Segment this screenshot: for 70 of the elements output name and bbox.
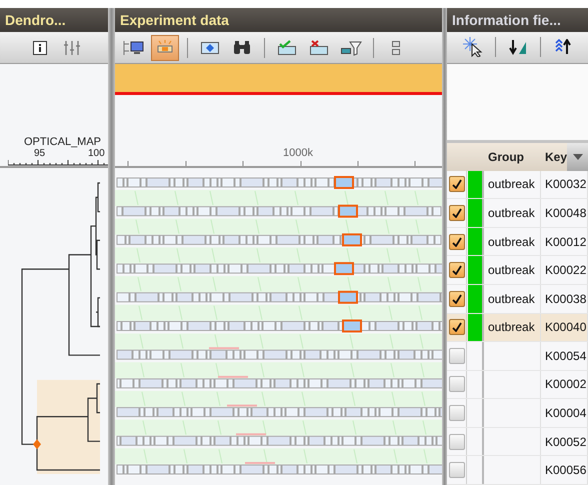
table-row[interactable]: K00004 (447, 399, 588, 428)
checked-frame-icon (277, 40, 297, 56)
checkbox[interactable] (448, 348, 464, 364)
table-row[interactable]: outbreak K00048 (447, 199, 588, 228)
table-row[interactable]: K00056 (447, 456, 588, 485)
table-cell: K00048 (541, 199, 588, 227)
table-cell: outbreak (484, 170, 541, 198)
sliders-icon (63, 40, 81, 56)
ruler-tick-label: 95 (34, 148, 46, 159)
panel-title: Information fie... (452, 12, 561, 28)
column-header[interactable]: Key (541, 150, 567, 164)
panel-title: Dendro... (5, 12, 66, 28)
table-row[interactable]: K00002 (447, 370, 588, 400)
crossed-frame-icon (309, 40, 329, 56)
table-row[interactable]: outbreak K00012 (447, 228, 588, 256)
ruler-icon (8, 160, 108, 166)
table-cell: K00040 (541, 314, 588, 342)
checkbox[interactable] (448, 319, 464, 336)
table-cell: K00052 (541, 428, 588, 456)
ruler-label: OPTICAL_MAP (24, 136, 102, 148)
table-cell: K00022 (541, 256, 588, 284)
checkbox[interactable] (448, 434, 464, 450)
ruler-label: 1000k (283, 147, 313, 159)
table-cell: outbreak (484, 284, 541, 312)
frame-icon (201, 42, 219, 54)
table-cell: K00038 (541, 284, 588, 312)
panel-title: Experiment data (120, 12, 229, 28)
table-cell: K00054 (541, 342, 588, 370)
tree-monitor-icon (122, 40, 144, 56)
sparkle-cursor-icon (463, 37, 483, 58)
table-cell: outbreak (484, 314, 541, 342)
table-cell: K00032 (541, 170, 588, 198)
sort-icon (554, 39, 572, 56)
check-icon (452, 322, 462, 332)
table-row[interactable]: K00054 (447, 342, 588, 371)
column-header[interactable]: Group (484, 150, 541, 164)
check-icon (452, 236, 462, 247)
table-row[interactable]: outbreak K00040 (447, 314, 588, 342)
checkbox[interactable] (448, 462, 464, 478)
ruler-tick-label: 100 (88, 148, 105, 159)
table-row[interactable]: outbreak K00038 (447, 284, 588, 314)
table-cell: outbreak (484, 256, 541, 284)
table-cell: K00002 (541, 370, 588, 398)
check-icon (452, 294, 462, 304)
table-cell: outbreak (484, 228, 541, 256)
table-cell: K00056 (541, 456, 588, 484)
table-row[interactable]: outbreak K00032 (447, 170, 588, 200)
table-row[interactable]: K00052 (447, 428, 588, 456)
table-row[interactable]: outbreak K00022 (447, 256, 588, 285)
highlight-icon (156, 40, 174, 56)
table-cell: K00004 (541, 399, 588, 427)
check-icon (452, 179, 462, 190)
checkbox[interactable] (448, 234, 464, 250)
checkbox[interactable] (448, 290, 464, 307)
sort-down-icon (509, 39, 527, 56)
checkbox[interactable] (448, 204, 464, 221)
dropdown-button[interactable] (567, 142, 588, 171)
check-icon (452, 265, 462, 276)
table-cell: K00012 (541, 228, 588, 256)
check-icon (452, 208, 462, 218)
checkbox[interactable] (448, 262, 464, 278)
checkbox[interactable] (448, 376, 464, 392)
checkbox[interactable] (448, 405, 464, 422)
split-icon (392, 40, 400, 56)
info-icon (33, 40, 47, 54)
checkbox[interactable] (448, 176, 464, 192)
table-cell: outbreak (484, 199, 541, 227)
filter-icon (340, 40, 362, 56)
caret-icon (572, 154, 582, 160)
binoculars-icon (233, 40, 251, 54)
